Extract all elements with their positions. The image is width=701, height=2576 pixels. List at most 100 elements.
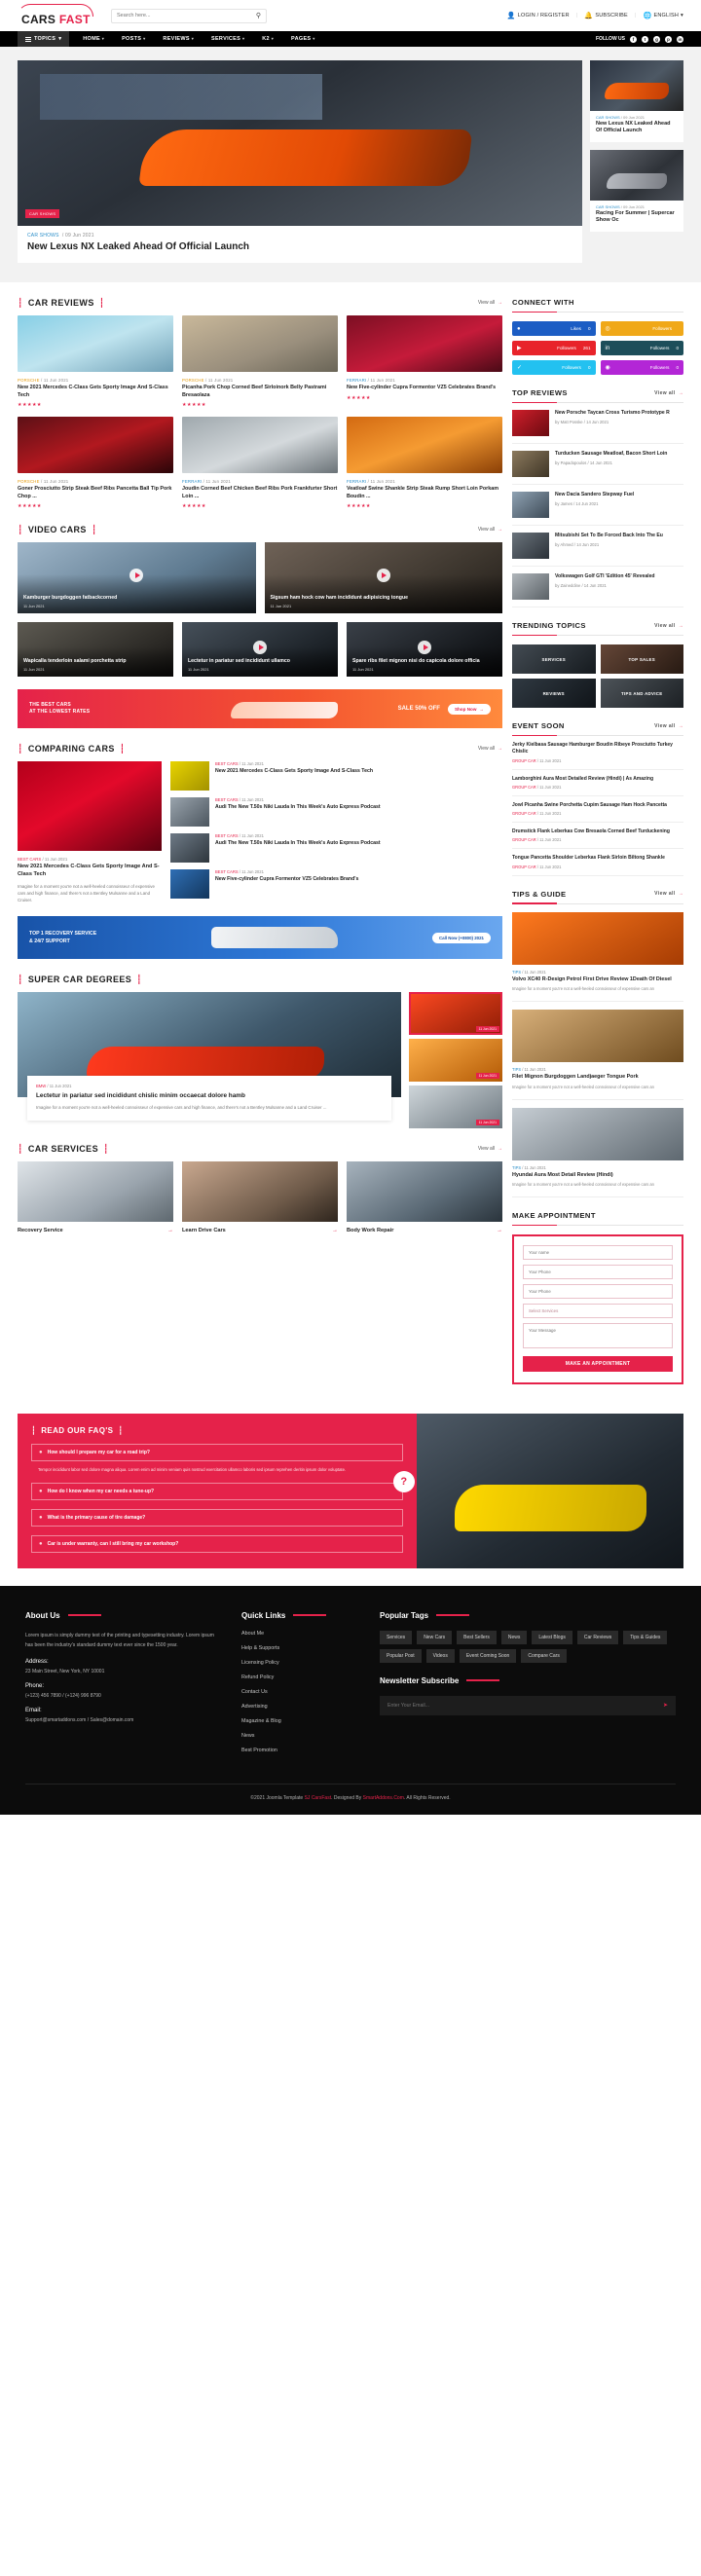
designer-link[interactable]: SmartAddons.Com: [363, 1795, 404, 1801]
language-selector[interactable]: 🌐 ENGLISH ▾: [644, 12, 683, 19]
tag[interactable]: Latest Blogs: [532, 1630, 572, 1644]
search-icon[interactable]: ⚲: [256, 12, 261, 19]
video-card[interactable]: Sigsum ham hock cow ham incididunt adipi…: [264, 542, 502, 614]
google-icon[interactable]: g: [653, 35, 660, 43]
row-title[interactable]: Audi The New T.50s Niki Lauda In This We…: [215, 840, 381, 847]
support-banner[interactable]: TOP 1 RECOVERY SERVICE & 24/7 SUPPORT Ca…: [18, 916, 502, 960]
review-category[interactable]: FERRARI: [347, 378, 366, 383]
email-value[interactable]: Support@smartaddons.com / Sales@domain.c…: [25, 1717, 220, 1723]
top-review-row[interactable]: New Dacia Sandero Stepway Fuel by James /…: [512, 485, 683, 526]
tag[interactable]: Event Coming Soon: [459, 1648, 517, 1663]
row-category[interactable]: BEST CARS: [215, 833, 239, 838]
social-twitter[interactable]: ✓ Followers 0: [512, 360, 596, 375]
top-review-row[interactable]: Volkswagen Golf GTI 'Edition 45' Reveale…: [512, 567, 683, 607]
social-facebook[interactable]: ● Likes 0: [512, 321, 596, 336]
side-title[interactable]: Racing For Summer | Supercar Show Oc: [590, 210, 683, 232]
top-review-row[interactable]: Mitsubishi Set To Be Forced Back Into Th…: [512, 526, 683, 567]
row-category[interactable]: BEST CARS: [215, 869, 239, 874]
super-car-thumb[interactable]: 11 Jun 2021: [409, 1039, 502, 1083]
phone-field[interactable]: [523, 1265, 673, 1280]
nav-item-posts[interactable]: POSTS ▾: [122, 36, 145, 42]
play-icon[interactable]: [253, 641, 267, 654]
faq-question[interactable]: ● What is the primary cause of tire damag…: [31, 1508, 404, 1527]
hero-side-card[interactable]: CAR SHOWS / 09 Jun 2021 Racing For Summe…: [590, 149, 683, 232]
service-card[interactable]: Recovery Service →: [18, 1161, 173, 1233]
tag[interactable]: New Cars: [417, 1630, 453, 1644]
newsletter-email-input[interactable]: [387, 1702, 663, 1709]
nav-item-k2[interactable]: K2 ▾: [262, 36, 274, 42]
site-logo[interactable]: CARS FAST: [18, 4, 93, 27]
event-row[interactable]: Drumstick Flank Leberkas Cow Bresaola Co…: [512, 823, 683, 850]
event-row[interactable]: Jowl Picanha Swine Porchetta Cupim Sausa…: [512, 796, 683, 823]
review-card[interactable]: FERRARI / 11 Jun 2021 Joudin Corned Beef…: [182, 417, 338, 509]
tag[interactable]: Popular Post: [380, 1648, 422, 1663]
pinterest-icon[interactable]: p: [665, 35, 672, 43]
tag[interactable]: Videos: [425, 1648, 455, 1663]
row-category[interactable]: BEST CARS: [215, 761, 239, 766]
view-all-events[interactable]: View all →: [654, 723, 683, 729]
trending-tile[interactable]: TOP SALES: [600, 644, 683, 674]
video-card[interactable]: Spare ribs filet mignon nisi do capicola…: [347, 622, 502, 678]
quick-link[interactable]: Licensing Policy: [241, 1660, 358, 1666]
login-register-link[interactable]: 👤 LOGIN / REGISTER: [507, 12, 570, 19]
social-linkedin[interactable]: in Followers 0: [600, 341, 683, 355]
side-category[interactable]: CAR SHOWS: [596, 204, 620, 209]
search-box[interactable]: ⚲: [111, 8, 267, 23]
review-card[interactable]: PORSCHE / 11 Jun 2021 Picanha Pork Chop …: [182, 315, 338, 408]
quick-link[interactable]: News: [241, 1733, 358, 1739]
comparing-category[interactable]: BEST CARS: [18, 857, 41, 862]
comparing-row[interactable]: BEST CARS / 11 Jun 2021 Audi The New T.5…: [170, 797, 502, 828]
super-title[interactable]: Lectetur in pariatur sed incididunt chis…: [36, 1091, 383, 1100]
arrow-right-icon[interactable]: →: [332, 1228, 338, 1233]
faq-question[interactable]: ● Car is under warranty, can I still brin…: [31, 1534, 404, 1553]
hero-main-card[interactable]: CAR SHOWS CAR SHOWS / 09 Jun 2021 New Le…: [18, 60, 582, 263]
super-car-thumb[interactable]: 11 Jun 2021: [409, 992, 502, 1036]
hero-side-card[interactable]: CAR SHOWS / 09 Jun 2021 New Lexus NX Lea…: [590, 60, 683, 142]
nav-item-pages[interactable]: PAGES ▾: [291, 36, 315, 42]
tip-card[interactable]: TIPS / 11 Jun 2021 Filet Mignon Burgdogge…: [512, 1002, 683, 1100]
tag[interactable]: Car Reviews: [576, 1630, 619, 1644]
view-all-video-cars[interactable]: View all →: [478, 527, 502, 533]
row-title[interactable]: New 2021 Mercedes C-Class Gets Sporty Im…: [215, 768, 373, 775]
quick-link[interactable]: Help & Supports: [241, 1645, 358, 1651]
tag[interactable]: Services: [380, 1630, 413, 1644]
review-card[interactable]: PORSCHE / 11 Jun 2021 Goner Prosciutto S…: [18, 417, 173, 509]
view-all-top-reviews[interactable]: View all →: [654, 390, 683, 396]
tag[interactable]: Best Sellers: [457, 1630, 497, 1644]
trending-tile[interactable]: TIPS AND ADVICE: [600, 679, 683, 708]
services-select[interactable]: Select Services: [523, 1304, 673, 1319]
template-link[interactable]: SJ CarsFast: [305, 1795, 332, 1801]
video-card[interactable]: Wapicalla tenderloin salami porchetta st…: [18, 622, 173, 678]
event-row[interactable]: Lamborghini Aura Most Detailed Review (H…: [512, 770, 683, 796]
view-all-comparing-cars[interactable]: View all →: [478, 746, 502, 752]
hero-main-title[interactable]: New Lexus NX Leaked Ahead Of Official La…: [18, 241, 582, 263]
review-card[interactable]: PORSCHE / 11 Jun 2021 New 2021 Mercedes …: [18, 315, 173, 408]
review-category[interactable]: FERRARI: [347, 479, 366, 484]
comparing-title[interactable]: New 2021 Mercedes C-Class Gets Sporty Im…: [18, 864, 162, 879]
quick-link[interactable]: Refund Policy: [241, 1674, 358, 1680]
arrow-right-icon[interactable]: →: [167, 1228, 173, 1233]
subscribe-link[interactable]: 🔔 SUBSCRIBE: [584, 12, 628, 19]
row-category[interactable]: BEST CARS: [215, 797, 239, 802]
play-icon[interactable]: [418, 641, 431, 654]
review-title[interactable]: Veatloaf Swine Shankle Strip Steak Rump …: [347, 486, 502, 500]
send-icon[interactable]: ➤: [663, 1702, 668, 1709]
review-category[interactable]: PORSCHE: [18, 378, 40, 383]
quick-link[interactable]: Advertising: [241, 1704, 358, 1710]
hero-category[interactable]: CAR SHOWS: [27, 233, 59, 239]
nav-item-home[interactable]: HOME ▾: [83, 36, 104, 42]
arrow-right-icon[interactable]: →: [497, 1228, 502, 1233]
review-category[interactable]: PORSCHE: [182, 378, 204, 383]
social-youtube[interactable]: ▶ Followers 261: [512, 341, 596, 355]
make-appointment-button[interactable]: MAKE AN APPOINTMENT: [523, 1356, 673, 1373]
quick-link[interactable]: Magazine & Blog: [241, 1718, 358, 1724]
social-rss[interactable]: ◎ Followers: [600, 321, 683, 336]
facebook-icon[interactable]: f: [630, 35, 637, 43]
review-title[interactable]: Picanha Pork Chop Corned Beef Sirloinork…: [182, 385, 338, 399]
trending-tile[interactable]: SERVICES: [512, 644, 596, 674]
quick-link[interactable]: Contact Us: [241, 1689, 358, 1695]
top-review-row[interactable]: Turducken Sausage Meatloaf, Bacon Short …: [512, 444, 683, 485]
nav-topics-button[interactable]: TOPICS ▾: [18, 31, 70, 47]
nav-item-services[interactable]: SERVICES ▾: [211, 36, 244, 42]
review-title[interactable]: Goner Prosciutto Strip Steak Beef Ribs P…: [18, 486, 173, 500]
